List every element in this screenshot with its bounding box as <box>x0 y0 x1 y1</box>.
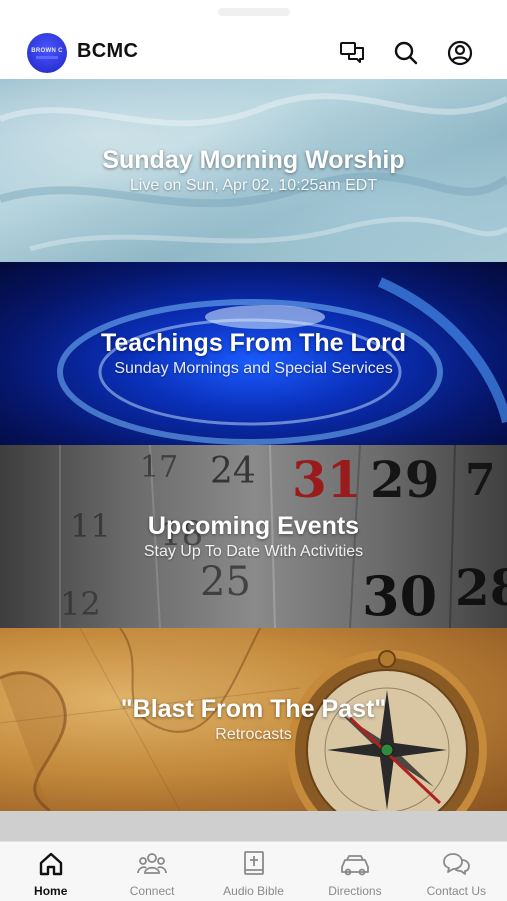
calendar-number: 25 <box>200 559 251 605</box>
calendar-number: 31 <box>292 450 362 509</box>
card-title: "Blast From The Past" <box>120 695 387 723</box>
card-title: Teachings From The Lord <box>100 329 407 357</box>
tab-label: Audio Bible <box>223 884 284 898</box>
card-subtitle: Stay Up To Date With Activities <box>143 543 364 560</box>
card-sunday-worship[interactable]: Sunday Morning Worship Live on Sun, Apr … <box>0 79 507 262</box>
app-header: BROWN C BCMC <box>0 26 507 79</box>
church-logo[interactable]: BROWN C <box>27 33 67 73</box>
chat-icon[interactable] <box>337 38 367 68</box>
tab-directions[interactable]: Directions <box>304 842 405 901</box>
app-title: BCMC <box>77 40 139 62</box>
car-icon <box>339 850 371 878</box>
chat-bubbles-icon <box>441 850 471 878</box>
tab-label: Home <box>34 884 68 898</box>
bottom-tab-bar: Home Connect Audio Bible Directions Cont… <box>0 841 507 901</box>
calendar-number: 24 <box>210 451 256 492</box>
card-blast-from-the-past[interactable]: "Blast From The Past" Retrocasts <box>0 628 507 811</box>
bible-icon <box>242 850 266 878</box>
card-subtitle: Sunday Mornings and Special Services <box>114 360 393 377</box>
tab-home[interactable]: Home <box>0 842 101 901</box>
search-icon[interactable] <box>391 38 421 68</box>
calendar-number: 12 <box>60 585 101 623</box>
calendar-number: 28 <box>455 558 507 617</box>
tab-label: Connect <box>129 884 175 898</box>
card-teachings[interactable]: Teachings From The Lord Sunday Mornings … <box>0 262 507 445</box>
card-subtitle: Live on Sun, Apr 02, 10:25am EDT <box>129 177 378 194</box>
logo-text: BROWN C <box>31 47 63 54</box>
notch <box>218 8 290 16</box>
tab-audio-bible[interactable]: Audio Bible <box>203 842 304 901</box>
calendar-number: 17 <box>140 450 178 485</box>
tab-connect[interactable]: Connect <box>101 842 202 901</box>
calendar-number: 29 <box>370 450 440 509</box>
status-strip <box>0 0 507 26</box>
tab-label: Contact Us <box>426 884 486 898</box>
card-title: Sunday Morning Worship <box>102 146 405 174</box>
tab-contact-us[interactable]: Contact Us <box>406 842 507 901</box>
logo-underline <box>36 55 58 59</box>
calendar-number: 30 <box>362 564 437 628</box>
card-title: Upcoming Events <box>147 512 360 540</box>
next-card-peek[interactable] <box>0 811 507 841</box>
home-icon <box>38 850 64 878</box>
calendar-number: 11 <box>70 507 111 545</box>
card-upcoming-events[interactable]: 17 24 31 29 7 11 18 25 30 28 12 Upcoming… <box>0 445 507 628</box>
card-subtitle: Retrocasts <box>215 726 292 743</box>
calendar-number: 7 <box>465 455 496 506</box>
people-icon <box>136 850 168 878</box>
account-icon[interactable] <box>445 38 475 68</box>
tab-label: Directions <box>328 884 382 898</box>
